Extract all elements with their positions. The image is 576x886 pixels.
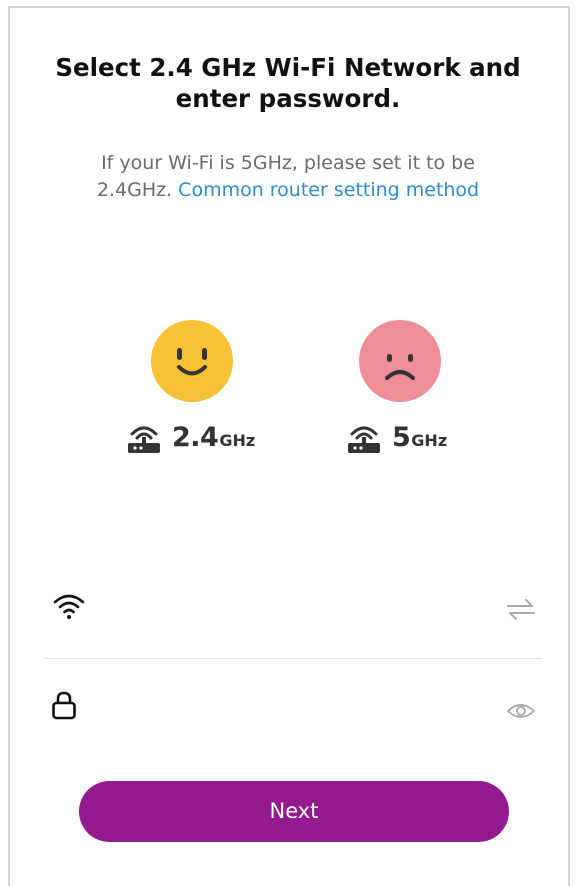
lock-icon — [52, 691, 76, 720]
band-5ghz: 5 GHz — [346, 422, 447, 454]
router-icon — [348, 426, 380, 453]
next-button[interactable]: Next — [79, 781, 509, 842]
band-5-unit: GHz — [411, 431, 448, 450]
band-2-4-unit: GHz — [219, 431, 256, 450]
wifi-icon — [53, 594, 85, 619]
switch-network-icon[interactable] — [506, 596, 536, 622]
page-title-line-1: Select 2.4 GHz Wi-Fi Network and — [55, 53, 521, 82]
screen-frame — [8, 6, 570, 886]
hint-text-line-2-prefix: 2.4GHz. — [96, 179, 173, 201]
hint-text-line-2: 2.4GHz. Common router setting method — [0, 177, 576, 204]
wifi-name-input[interactable] — [98, 590, 492, 628]
password-input[interactable] — [98, 692, 492, 730]
sad-face-icon — [359, 320, 441, 402]
router-icon — [128, 426, 160, 453]
smile-face-icon — [151, 320, 233, 402]
hint-text-line-1: If your Wi-Fi is 5GHz, please set it to … — [101, 152, 475, 174]
band-2-4-number: 2.4 — [172, 422, 219, 453]
field-divider — [44, 658, 542, 659]
router-setting-link[interactable]: Common router setting method — [178, 179, 479, 201]
page-title: Select 2.4 GHz Wi-Fi Network and enter p… — [0, 52, 576, 114]
eye-icon[interactable] — [506, 700, 536, 722]
band-5-number: 5 — [392, 422, 411, 453]
page-title-line-2: enter password. — [175, 84, 401, 113]
band-2-4ghz: 2.4 GHz — [126, 422, 255, 454]
hint-text: If your Wi-Fi is 5GHz, please set it to … — [0, 150, 576, 204]
